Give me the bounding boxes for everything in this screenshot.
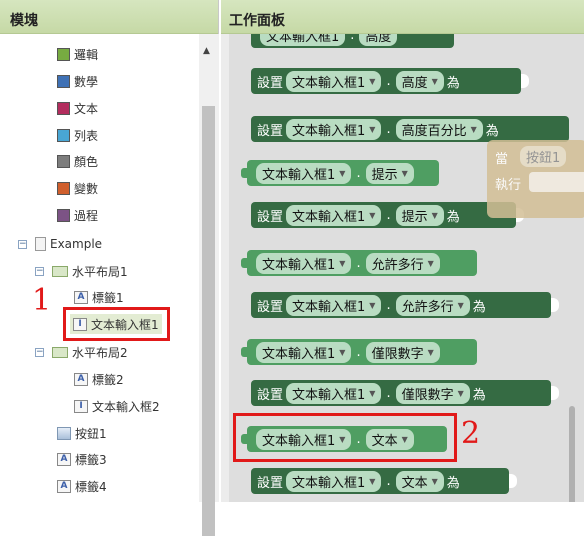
dropdown-arrow-icon: ▼ <box>470 124 477 134</box>
category-procedures[interactable]: 過程 <box>57 205 98 225</box>
tree-item-example[interactable]: − Example <box>18 234 102 254</box>
dropdown-arrow-icon: ▼ <box>369 210 376 220</box>
horizontal-layout-icon <box>52 346 68 358</box>
collapse-icon[interactable]: − <box>35 266 44 276</box>
lists-swatch-icon <box>57 128 70 142</box>
block-set-multiline[interactable]: 設置 文本輸入框1 ▼ . 允許多行 ▼ 為 <box>251 292 559 318</box>
collapse-icon[interactable]: − <box>35 347 44 357</box>
blocks-tree: 邏輯 數學 文本 列表 顏色 變數 過程 − Example − 水平布局1 A… <box>0 34 200 502</box>
dropdown-arrow-icon: ▼ <box>339 347 346 357</box>
block-set-height[interactable]: 設置 文本輸入框1 ▼ . 高度 ▼ 為 <box>251 68 529 94</box>
dropdown-arrow-icon: ▼ <box>431 76 438 86</box>
block-set-numbers-only[interactable]: 設置 文本輸入框1 ▼ . 僅限數字 ▼ 為 <box>251 380 559 406</box>
block-set-height-partial[interactable]: 文本輸入框1 . 高度 <box>251 34 454 48</box>
tree-item-button1[interactable]: 按鈕1 <box>57 423 107 443</box>
block-socket <box>551 386 559 400</box>
block-get-numbers-only[interactable]: 文本輸入框1 ▼ . 僅限數字 ▼ <box>241 339 477 365</box>
dropdown-arrow-icon: ▼ <box>339 168 346 178</box>
dropdown-arrow-icon: ▼ <box>369 300 376 310</box>
variables-swatch-icon <box>57 181 70 195</box>
dropdown-arrow-icon: ▼ <box>369 124 376 134</box>
horizontal-layout-icon <box>52 265 68 277</box>
tree-item-label4[interactable]: A 標籤4 <box>57 476 107 496</box>
dropdown-arrow-icon: ▼ <box>401 168 408 178</box>
annotation-number-1: 1 <box>32 283 52 318</box>
annotation-highlight-1 <box>63 307 170 341</box>
tree-item-textbox2[interactable]: I 文本輸入框2 <box>74 396 160 416</box>
button-icon <box>57 426 71 440</box>
procedures-swatch-icon <box>57 208 70 222</box>
collapse-icon[interactable]: − <box>18 239 27 249</box>
dropdown-arrow-icon: ▼ <box>427 347 434 357</box>
scroll-up-icon[interactable]: ▲ <box>203 46 210 56</box>
blocks-panel-title: 模塊 <box>0 0 218 34</box>
blocks-scrollbar[interactable]: ▲ <box>199 34 219 536</box>
dropdown-arrow-icon: ▼ <box>457 300 464 310</box>
category-logic[interactable]: 邏輯 <box>57 44 98 64</box>
dropdown-arrow-icon: ▼ <box>369 476 376 486</box>
colors-swatch-icon <box>57 154 70 168</box>
block-set-height-percent[interactable]: 設置 文本輸入框1 ▼ . 高度百分比 ▼ 為 <box>251 116 569 142</box>
math-swatch-icon <box>57 74 70 88</box>
dropdown-arrow-icon: ▼ <box>457 388 464 398</box>
label-icon: A <box>57 479 71 493</box>
tree-item-label1[interactable]: A 標籤1 <box>74 287 124 307</box>
block-socket <box>551 298 559 312</box>
dropdown-arrow-icon: ▼ <box>339 258 346 268</box>
dropdown-arrow-icon: ▼ <box>431 210 438 220</box>
block-get-multiline[interactable]: 文本輸入框1 ▼ . 允許多行 ▼ <box>241 250 477 276</box>
scroll-thumb[interactable] <box>202 106 215 536</box>
tree-item-hlayout2[interactable]: − 水平布局2 <box>35 342 128 362</box>
label-icon: A <box>57 452 71 466</box>
block-set-hint[interactable]: 設置 文本輸入框1 ▼ . 提示 ▼ 為 <box>251 202 524 228</box>
category-variables[interactable]: 變數 <box>57 178 98 198</box>
block-socket <box>521 74 529 88</box>
textbox-icon: I <box>74 399 88 413</box>
tree-item-hlayout1[interactable]: − 水平布局1 <box>35 261 128 281</box>
logic-swatch-icon <box>57 47 70 61</box>
category-math[interactable]: 數學 <box>57 71 98 91</box>
workspace-scrollbar[interactable] <box>569 406 575 502</box>
annotation-highlight-2 <box>233 413 457 462</box>
blocks-panel: 模塊 邏輯 數學 文本 列表 顏色 變數 過程 − Example − 水平布局… <box>0 0 219 536</box>
screen-icon <box>35 237 46 251</box>
dropdown-arrow-icon: ▼ <box>431 476 438 486</box>
category-text[interactable]: 文本 <box>57 98 98 118</box>
block-get-hint[interactable]: 文本輸入框1 ▼ . 提示 ▼ <box>241 160 439 186</box>
category-colors[interactable]: 顏色 <box>57 151 98 171</box>
block-set-text[interactable]: 設置 文本輸入框1 ▼ . 文本 ▼ 為 <box>251 468 517 494</box>
label-icon: A <box>74 372 88 386</box>
workspace-title: 工作面板 <box>221 0 584 34</box>
dropdown-arrow-icon: ▼ <box>369 388 376 398</box>
annotation-number-2: 2 <box>461 416 481 451</box>
label-icon: A <box>74 290 88 304</box>
dropdown-arrow-icon: ▼ <box>369 76 376 86</box>
block-socket <box>509 474 517 488</box>
text-swatch-icon <box>57 101 70 115</box>
category-lists[interactable]: 列表 <box>57 125 98 145</box>
ghost-event-block[interactable]: 當 按鈕1 執行 <box>487 140 584 218</box>
tree-item-label2[interactable]: A 標籤2 <box>74 369 124 389</box>
dropdown-arrow-icon: ▼ <box>427 258 434 268</box>
tree-item-label3[interactable]: A 標籤3 <box>57 449 107 469</box>
